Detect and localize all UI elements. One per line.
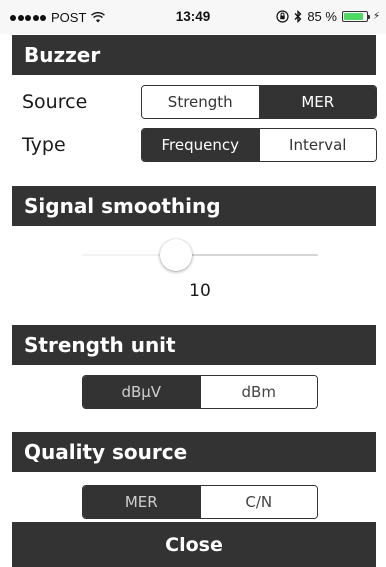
quality-option-cn[interactable]: C/N [199, 486, 317, 518]
orientation-lock-icon [276, 10, 289, 23]
bluetooth-icon [294, 10, 302, 23]
quality-source-segmented-control: MER C/N [82, 485, 318, 519]
source-option-strength[interactable]: Strength [142, 86, 259, 118]
close-label: Close [165, 533, 223, 556]
unit-option-dbuv[interactable]: dBµV [83, 376, 200, 408]
strength-unit-header: Strength unit [12, 325, 376, 365]
source-segmented-control: Strength MER [141, 85, 377, 119]
buzzer-header: Buzzer [12, 35, 376, 75]
unit-option-dbm[interactable]: dBm [199, 376, 317, 408]
status-bar: POST 13:49 85 % ⚡ [0, 0, 386, 34]
smoothing-value: 10 [189, 281, 211, 301]
signal-smoothing-header: Signal smoothing [12, 186, 376, 226]
type-option-frequency[interactable]: Frequency [142, 129, 259, 161]
close-button[interactable]: Close [12, 522, 376, 567]
type-label: Type [22, 134, 66, 156]
source-option-mer[interactable]: MER [258, 86, 376, 118]
strength-unit-segmented-control: dBµV dBm [82, 375, 318, 409]
quality-source-header: Quality source [12, 432, 376, 472]
strength-unit-title: Strength unit [24, 333, 176, 357]
battery-icon [341, 11, 370, 22]
battery-fill [343, 13, 363, 20]
quality-option-mer[interactable]: MER [83, 486, 200, 518]
source-label: Source [22, 91, 88, 113]
status-right-group: 85 % ⚡ [276, 9, 380, 24]
slider-thumb[interactable] [160, 239, 192, 271]
smoothing-slider[interactable] [82, 238, 318, 272]
battery-percent: 85 % [307, 9, 337, 24]
type-option-interval[interactable]: Interval [258, 129, 376, 161]
buzzer-title: Buzzer [24, 43, 101, 67]
signal-smoothing-title: Signal smoothing [24, 194, 221, 218]
quality-source-title: Quality source [24, 440, 188, 464]
charging-bolt-icon: ⚡ [372, 11, 380, 22]
type-segmented-control: Frequency Interval [141, 128, 377, 162]
